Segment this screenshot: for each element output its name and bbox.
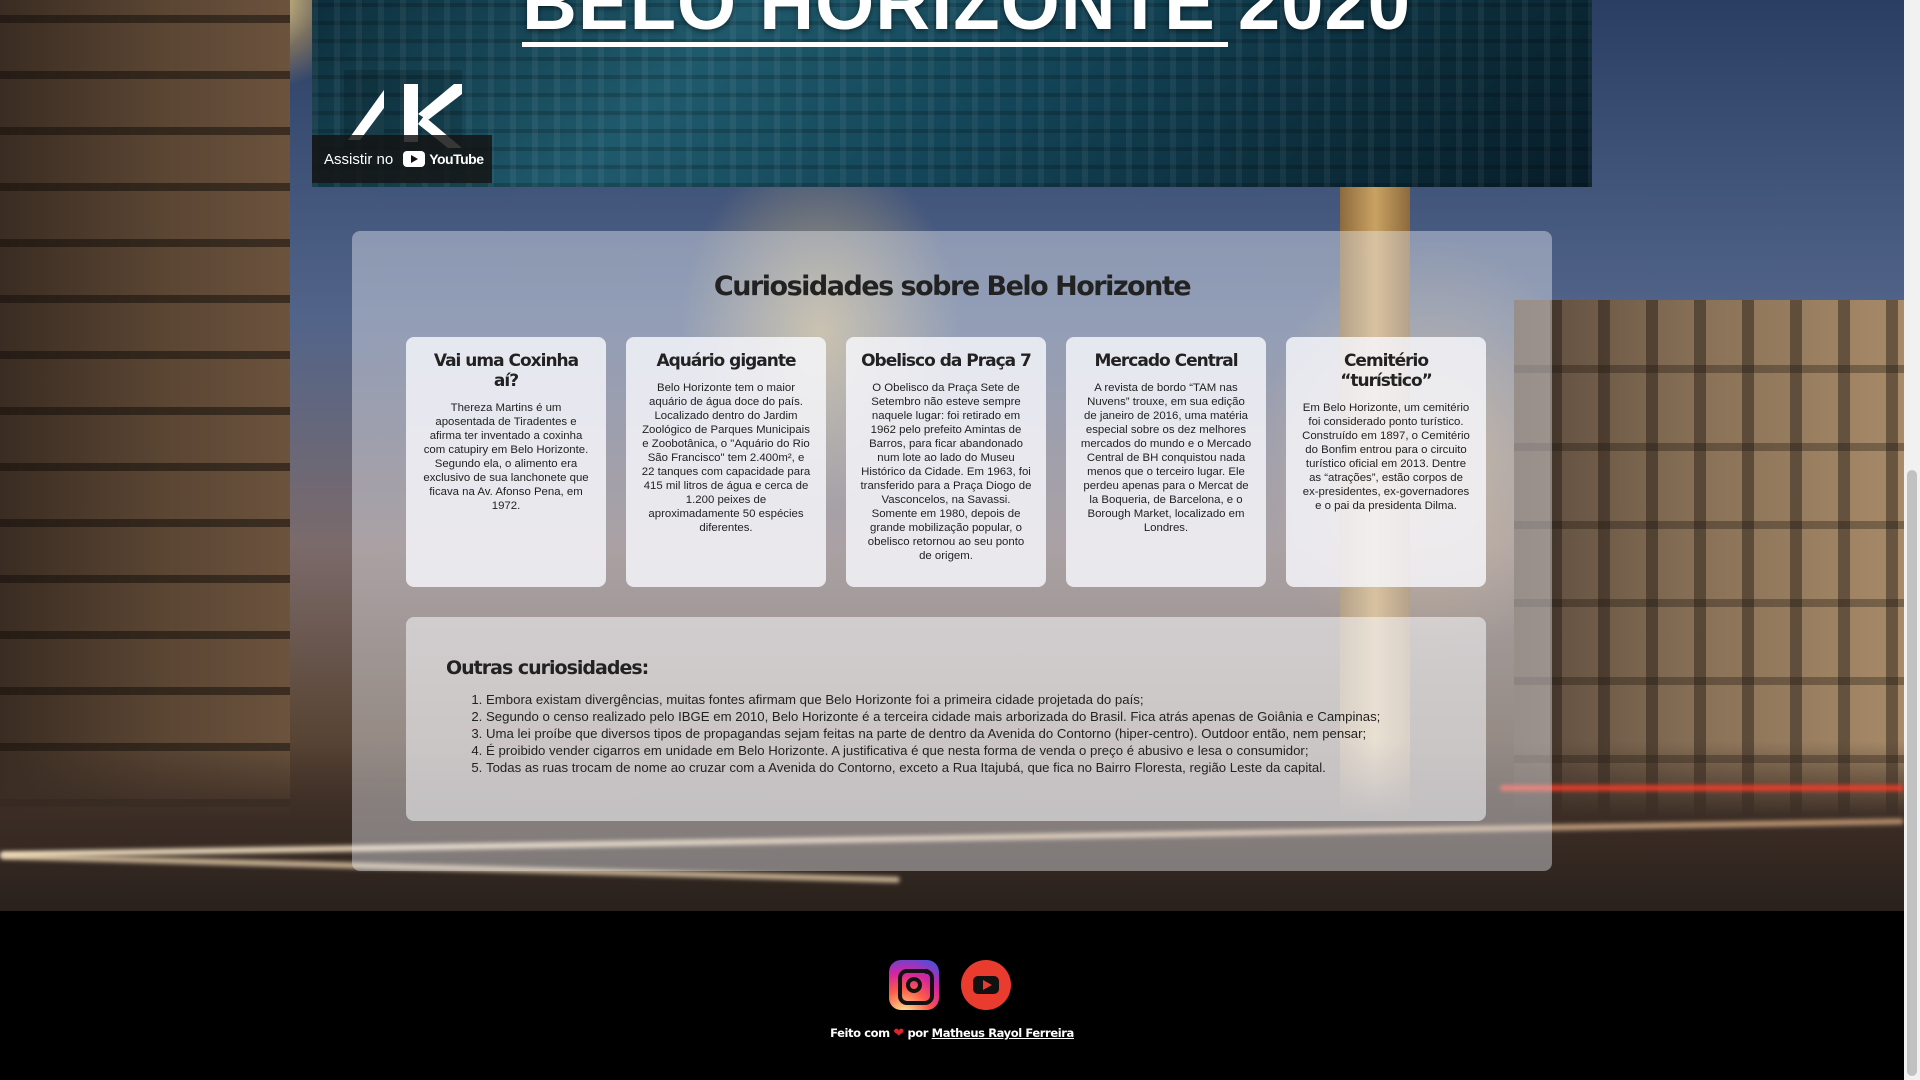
youtube-logo-text: YouTube xyxy=(429,151,484,167)
curiosity-card: Aquário gigante Belo Horizonte tem o mai… xyxy=(626,337,826,587)
other-curiosities-title: Outras curiosidades: xyxy=(446,657,649,679)
other-curiosities: Outras curiosidades: Embora existam dive… xyxy=(406,617,1486,821)
card-title: Aquário gigante xyxy=(656,351,796,371)
background-light-trail xyxy=(1500,785,1904,791)
card-text: Em Belo Horizonte, um cemitério foi cons… xyxy=(1302,402,1470,512)
card-title: Mercado Central xyxy=(1094,351,1238,371)
list-item: É proibido vender cigarros em unidade em… xyxy=(486,742,1446,759)
list-item: Embora existam divergências, muitas font… xyxy=(486,691,1446,708)
youtube-icon[interactable] xyxy=(961,960,1011,1010)
other-curiosities-list: Embora existam divergências, muitas font… xyxy=(446,691,1446,776)
card-text: A revista de bordo “TAM nas Nuvens” trou… xyxy=(1080,382,1252,534)
card-text: Thereza Martins é um aposentada de Tirad… xyxy=(423,402,589,512)
curiosity-card: Cemitério “turístico” Em Belo Horizonte,… xyxy=(1286,337,1486,587)
scrollbar-thumb[interactable] xyxy=(1907,470,1917,1076)
card-text: Belo Horizonte tem o maior aquário de ág… xyxy=(641,382,811,534)
video-title-year: 2020 xyxy=(1237,0,1411,46)
instagram-icon[interactable] xyxy=(889,960,939,1010)
card-text: O Obelisco da Praça Sete de Setembro não… xyxy=(860,382,1032,562)
card-title: Vai uma Coxinha aí? xyxy=(433,351,579,391)
video-title-underline xyxy=(522,42,1228,47)
curiosity-card: Vai uma Coxinha aí? Thereza Martins é um… xyxy=(406,337,606,587)
made-with-label: Feito com xyxy=(830,1026,890,1040)
curiosities-panel: Curiosidades sobre Belo Horizonte Vai um… xyxy=(352,231,1552,871)
by-label: por xyxy=(907,1026,929,1040)
curiosity-card: Mercado Central A revista de bordo “TAM … xyxy=(1066,337,1266,587)
social-links xyxy=(889,960,1011,1010)
curiosity-cards: Vai uma Coxinha aí? Thereza Martins é um… xyxy=(406,337,1486,587)
card-title: Cemitério “turístico” xyxy=(1340,351,1433,391)
page-title: Curiosidades sobre Belo Horizonte xyxy=(713,271,1192,302)
curiosity-card: Obelisco da Praça 7 O Obelisco da Praça … xyxy=(846,337,1046,587)
watch-on-label: Assistir no xyxy=(324,150,394,168)
footer-credit: Feito com ❤ por Matheus Rayol Ferreira xyxy=(0,1026,1904,1041)
video-thumbnail-title: BELO HORIZONTE 2020 xyxy=(522,0,1411,42)
footer: Feito com ❤ por Matheus Rayol Ferreira xyxy=(0,911,1904,1080)
page-scrollbar[interactable] xyxy=(1904,0,1920,1080)
youtube-video-embed[interactable]: BELO HORIZONTE 2020 Assistir no YouTube xyxy=(312,0,1592,187)
list-item: Segundo o censo realizado pelo IBGE em 2… xyxy=(486,708,1446,725)
heart-icon: ❤ xyxy=(893,1026,904,1041)
video-title-city: BELO HORIZONTE xyxy=(522,0,1216,46)
youtube-logo-icon: YouTube xyxy=(403,151,484,167)
list-item: Todas as ruas trocam de nome ao cruzar c… xyxy=(486,759,1446,776)
watch-on-youtube-button[interactable]: Assistir no YouTube xyxy=(312,135,492,183)
card-title: Obelisco da Praça 7 xyxy=(861,351,1032,371)
list-item: Uma lei proíbe que diversos tipos de pro… xyxy=(486,725,1446,742)
author-link[interactable]: Matheus Rayol Ferreira xyxy=(932,1026,1075,1040)
